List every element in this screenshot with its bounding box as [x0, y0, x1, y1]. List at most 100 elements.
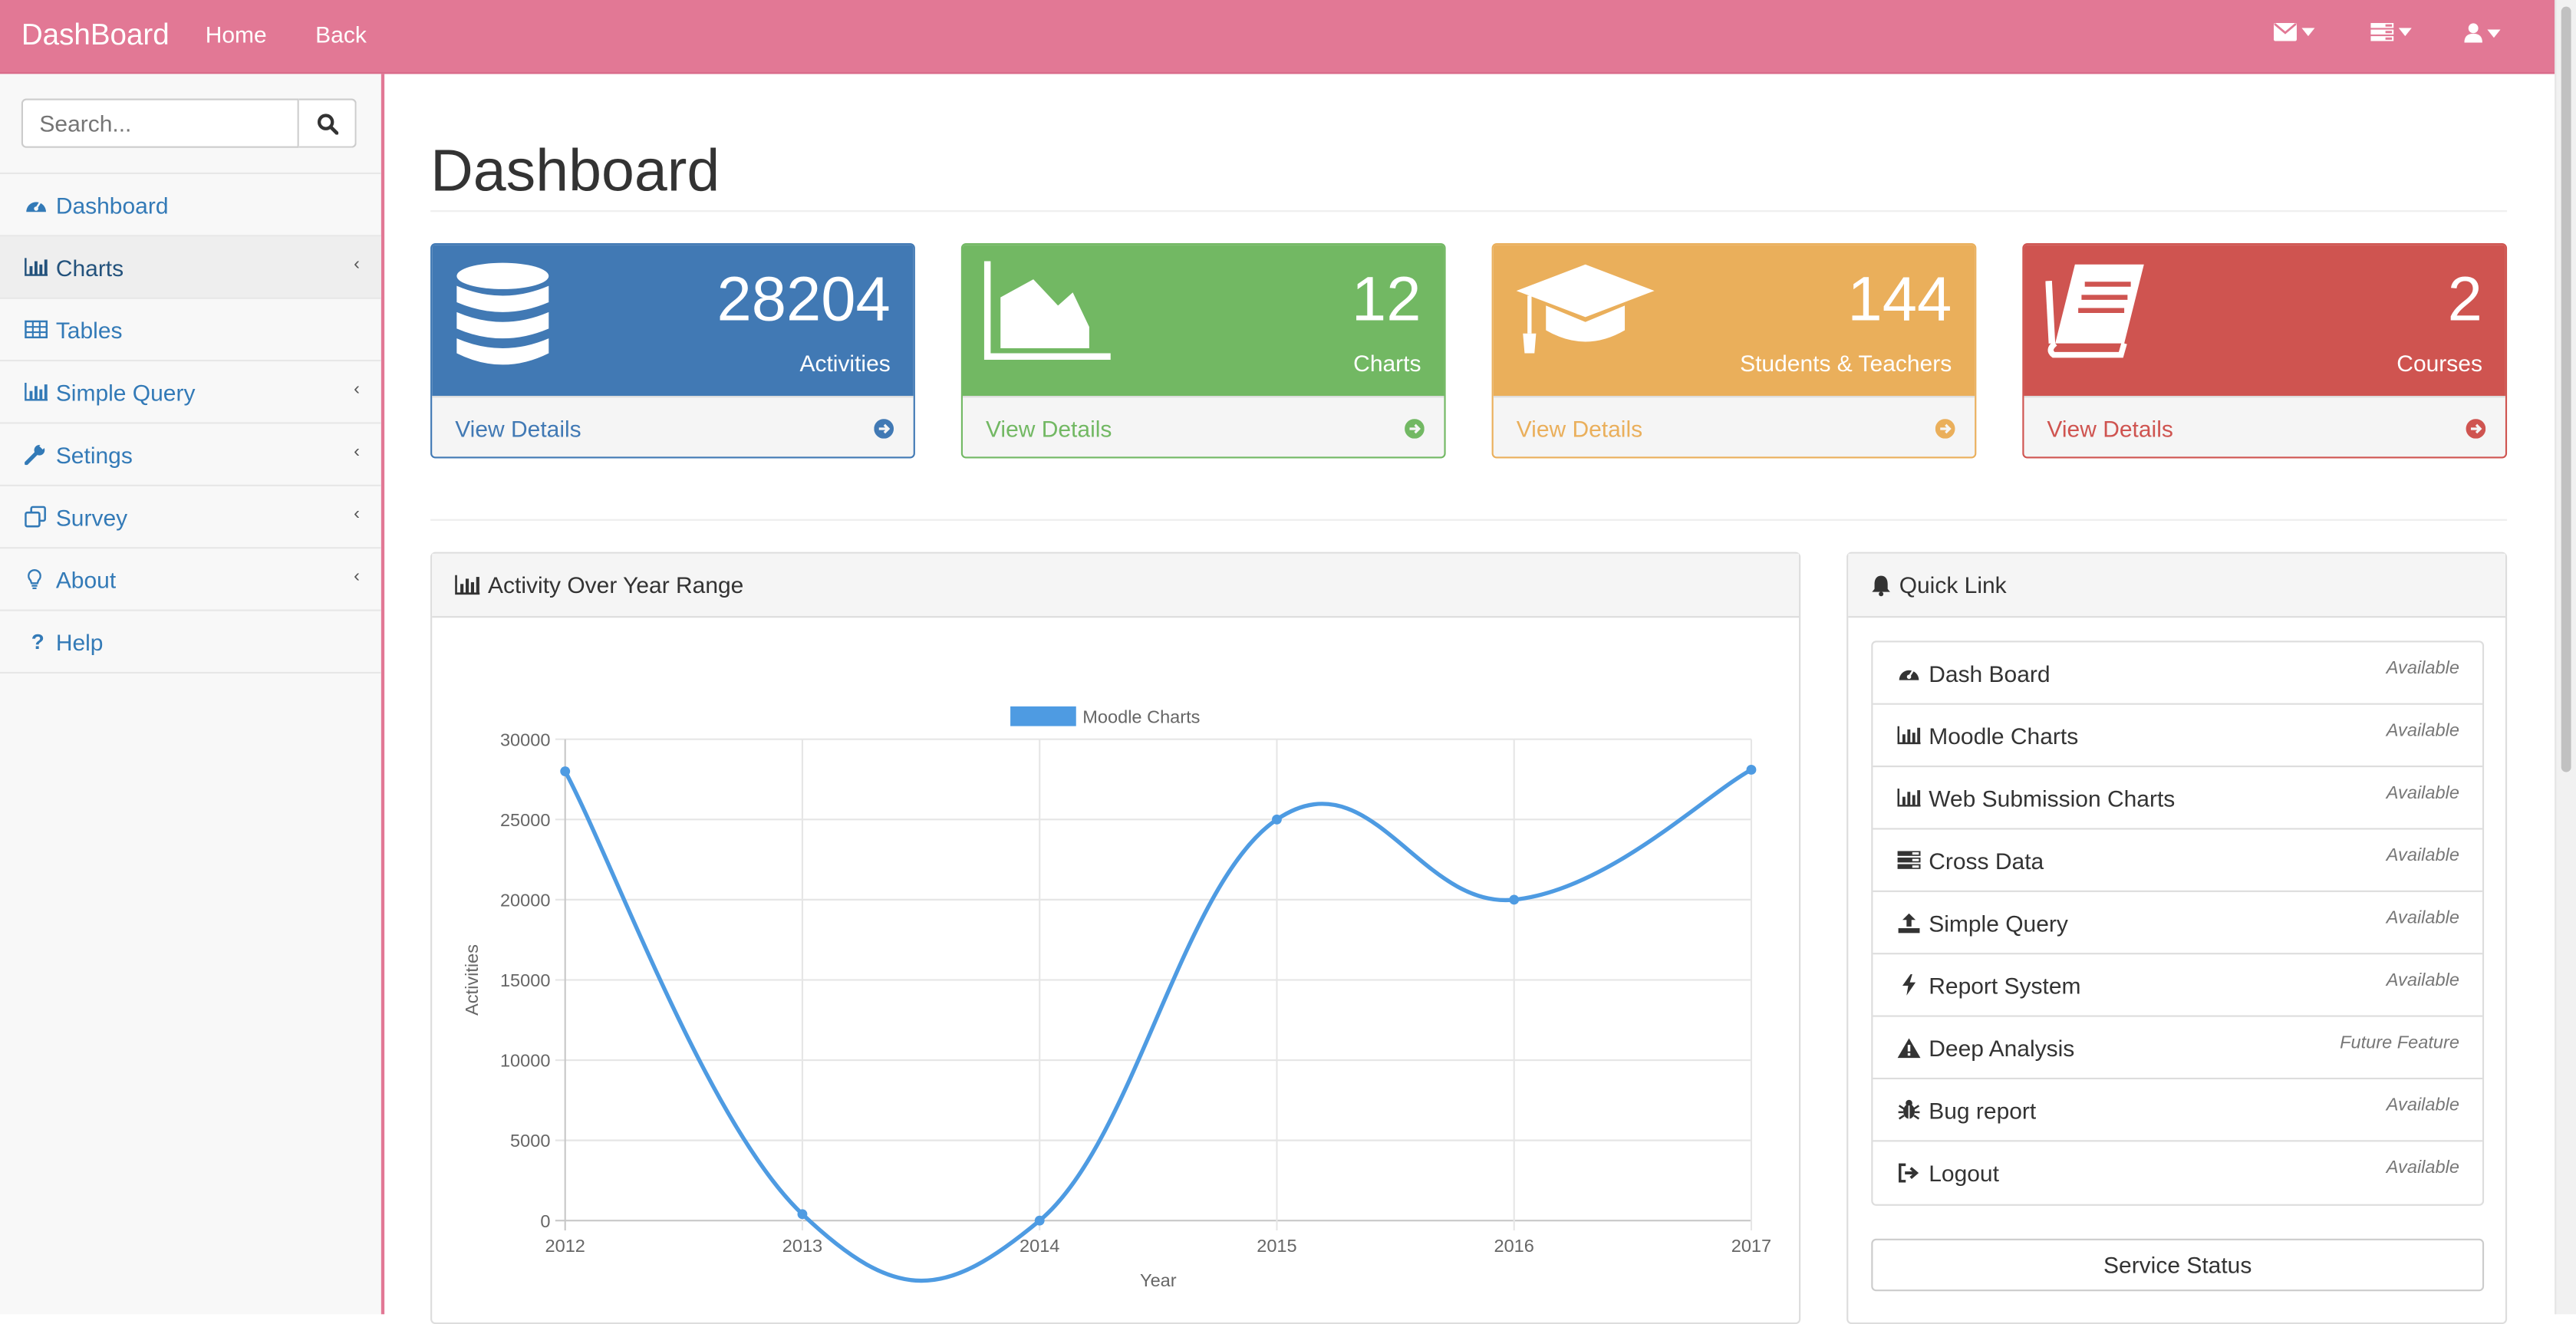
sidebar-item-survey[interactable]: Survey ‹	[0, 486, 381, 549]
sidebar-item-label: Survey	[55, 503, 128, 530]
x-tick-label: 2015	[1257, 1236, 1296, 1256]
data-point	[1272, 814, 1282, 825]
user-icon	[2464, 23, 2482, 43]
quick-link-label: Web Submission Charts	[1929, 784, 2176, 811]
view-details-label: View Details	[2047, 415, 2173, 443]
service-status-button[interactable]: Service Status	[1871, 1238, 2485, 1292]
stat-label: Activities	[799, 350, 891, 377]
stat-value: 2	[2447, 265, 2482, 335]
arrow-circle-right-icon	[1405, 417, 1425, 443]
quick-link-deep-analysis[interactable]: Deep Analysis Future Feature	[1873, 1017, 2482, 1080]
x-tick-label: 2016	[1494, 1236, 1534, 1256]
sidebar-item-simple-query[interactable]: Simple Query ‹	[0, 361, 381, 424]
quick-link-label: Moodle Charts	[1929, 722, 2079, 749]
x-tick-label: 2014	[1020, 1236, 1059, 1256]
sidebar-item-about[interactable]: About ‹	[0, 548, 381, 611]
tasks-dropdown[interactable]	[2370, 22, 2412, 41]
quick-link-label: Deep Analysis	[1929, 1034, 2075, 1061]
sidebar-item-help[interactable]: ? Help	[0, 611, 381, 674]
chevron-left-icon: ‹	[354, 379, 361, 400]
quick-link-moodle-charts[interactable]: Moodle Charts Available	[1873, 705, 2482, 768]
brand-link[interactable]: DashBoard	[21, 18, 170, 53]
dashboard-icon	[25, 196, 51, 214]
stat-card-activities: 28204 Activities View Details	[430, 242, 915, 459]
caret-down-icon	[2487, 28, 2501, 38]
quick-link-label: Dash Board	[1929, 659, 2051, 687]
stat-card-students-teachers: 144 Students & Teachers View Details	[1491, 242, 1977, 459]
scrollbar-thumb[interactable]	[2561, 6, 2571, 772]
view-details-link[interactable]: View Details	[1493, 396, 1975, 456]
wrench-icon	[25, 443, 51, 466]
stat-label: Courses	[2396, 350, 2482, 377]
quick-link-bug-report[interactable]: Bug report Available	[1873, 1079, 2482, 1142]
sidebar-item-label: Help	[55, 628, 104, 655]
sidebar-search	[21, 98, 357, 148]
y-tick-label: 0	[540, 1211, 550, 1231]
quick-link-status: Available	[2386, 783, 2459, 804]
book-icon	[2045, 262, 2147, 368]
quick-link-logout[interactable]: Logout Available	[1873, 1141, 2482, 1204]
sidebar-item-label: About	[55, 565, 117, 593]
envelope-icon	[2273, 22, 2297, 41]
search-button[interactable]	[298, 98, 357, 148]
bolt-icon	[1902, 973, 1916, 996]
area-chart-icon	[983, 261, 1112, 371]
quick-link-dash-board[interactable]: Dash Board Available	[1873, 642, 2482, 705]
search-input[interactable]	[21, 98, 299, 148]
user-dropdown[interactable]	[2464, 23, 2501, 43]
arrow-circle-right-icon	[1935, 417, 1955, 443]
quick-link-status: Future Feature	[2340, 1033, 2459, 1053]
x-tick-label: 2017	[1731, 1236, 1771, 1256]
y-axis-title: Activities	[462, 944, 482, 1016]
quick-link-panel: Quick Link Dash Board Available Moodle C…	[1846, 552, 2508, 1324]
table-icon	[25, 320, 51, 339]
nav-back-link[interactable]: Back	[315, 21, 367, 48]
bar-chart-icon	[25, 258, 51, 276]
x-tick-label: 2012	[545, 1236, 585, 1256]
view-details-link[interactable]: View Details	[432, 396, 914, 456]
bar-chart-icon	[1897, 788, 1921, 807]
chart-panel: Activity Over Year Range 0 5000 10000 15000…	[430, 552, 1801, 1324]
series-line	[563, 768, 1753, 1283]
quick-link-title: Quick Link	[1899, 571, 2007, 598]
page-scrollbar[interactable]	[2555, 0, 2576, 1315]
sidebar: Dashboard Charts ‹ Tables Simple Query ‹…	[0, 74, 385, 1315]
chevron-left-icon: ‹	[354, 254, 361, 275]
tasks-icon	[1897, 851, 1921, 869]
lightbulb-icon	[25, 568, 51, 590]
view-details-label: View Details	[1516, 415, 1643, 443]
messages-dropdown[interactable]	[2273, 22, 2315, 41]
bar-chart-icon	[1897, 726, 1921, 745]
quick-link-report-system[interactable]: Report System Available	[1873, 954, 2482, 1017]
graduation-cap-icon	[1515, 262, 1656, 368]
quick-link-label: Cross Data	[1929, 846, 2044, 874]
data-point	[1509, 894, 1520, 905]
view-details-link[interactable]: View Details	[962, 396, 1444, 456]
quick-link-status: Available	[2386, 845, 2459, 866]
sidebar-item-tables[interactable]: Tables	[0, 299, 381, 362]
chevron-left-icon: ‹	[354, 504, 361, 525]
quick-link-simple-query[interactable]: Simple Query Available	[1873, 892, 2482, 955]
arrow-circle-right-icon	[874, 417, 894, 443]
sidebar-item-dashboard[interactable]: Dashboard	[0, 172, 381, 237]
stat-value: 28204	[716, 265, 891, 335]
sidebar-menu: Dashboard Charts ‹ Tables Simple Query ‹…	[0, 172, 381, 674]
view-details-label: View Details	[985, 415, 1112, 443]
view-details-link[interactable]: View Details	[2024, 396, 2505, 456]
bar-chart-icon	[25, 382, 51, 401]
sidebar-item-charts[interactable]: Charts ‹	[0, 236, 381, 299]
line-chart: 0 5000 10000 15000 20000 25000 30000 2012 2013 20…	[462, 706, 1771, 1290]
sidebar-item-settings[interactable]: Setings ‹	[0, 424, 381, 486]
y-tick-label: 25000	[500, 810, 550, 830]
bar-chart-icon	[455, 575, 480, 595]
quick-link-web-submission-charts[interactable]: Web Submission Charts Available	[1873, 767, 2482, 830]
y-tick-label: 5000	[510, 1131, 550, 1151]
stat-label: Students & Teachers	[1740, 350, 1952, 377]
nav-home-link[interactable]: Home	[206, 21, 267, 48]
sidebar-item-label: Charts	[55, 253, 124, 281]
caret-down-icon	[2301, 28, 2315, 37]
quick-link-label: Bug report	[1929, 1096, 2037, 1123]
database-icon	[453, 262, 552, 378]
quick-link-status: Available	[2386, 1095, 2459, 1116]
quick-link-cross-data[interactable]: Cross Data Available	[1873, 830, 2482, 892]
